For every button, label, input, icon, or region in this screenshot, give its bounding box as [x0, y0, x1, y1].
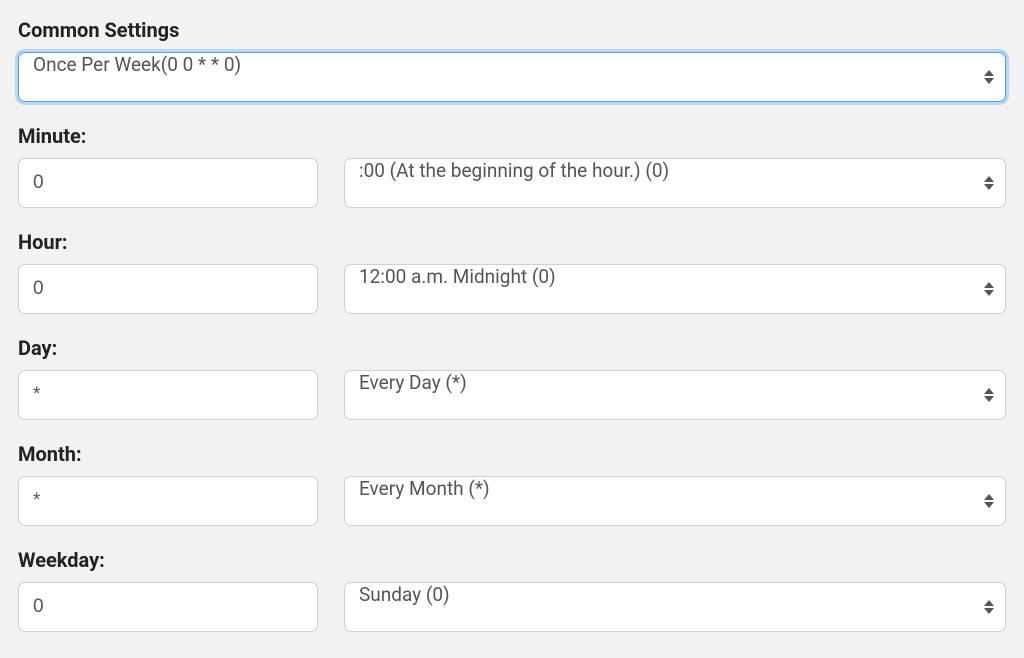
minute-label: Minute: — [18, 124, 1006, 148]
hour-select-wrapper: 12:00 a.m. Midnight (0) — [344, 264, 1006, 314]
common-settings-label: Common Settings — [18, 18, 1006, 42]
weekday-input[interactable] — [18, 582, 318, 632]
weekday-select-wrapper: Sunday (0) — [344, 582, 1006, 632]
month-section: Month: Every Month (*) — [18, 442, 1006, 526]
common-settings-section: Common Settings Once Per Week(0 0 * * 0) — [18, 18, 1006, 102]
minute-select-wrapper: :00 (At the beginning of the hour.) (0) — [344, 158, 1006, 208]
common-settings-select-wrapper: Once Per Week(0 0 * * 0) — [18, 52, 1006, 102]
minute-select[interactable]: :00 (At the beginning of the hour.) (0) — [344, 158, 1006, 208]
day-section: Day: Every Day (*) — [18, 336, 1006, 420]
weekday-section: Weekday: Sunday (0) — [18, 548, 1006, 632]
day-input[interactable] — [18, 370, 318, 420]
month-select[interactable]: Every Month (*) — [344, 476, 1006, 526]
weekday-label: Weekday: — [18, 548, 1006, 572]
weekday-select[interactable]: Sunday (0) — [344, 582, 1006, 632]
month-label: Month: — [18, 442, 1006, 466]
hour-input[interactable] — [18, 264, 318, 314]
minute-section: Minute: :00 (At the beginning of the hou… — [18, 124, 1006, 208]
month-input[interactable] — [18, 476, 318, 526]
minute-input[interactable] — [18, 158, 318, 208]
hour-section: Hour: 12:00 a.m. Midnight (0) — [18, 230, 1006, 314]
hour-label: Hour: — [18, 230, 1006, 254]
day-select-wrapper: Every Day (*) — [344, 370, 1006, 420]
hour-select[interactable]: 12:00 a.m. Midnight (0) — [344, 264, 1006, 314]
common-settings-select[interactable]: Once Per Week(0 0 * * 0) — [18, 52, 1006, 102]
day-label: Day: — [18, 336, 1006, 360]
month-select-wrapper: Every Month (*) — [344, 476, 1006, 526]
day-select[interactable]: Every Day (*) — [344, 370, 1006, 420]
